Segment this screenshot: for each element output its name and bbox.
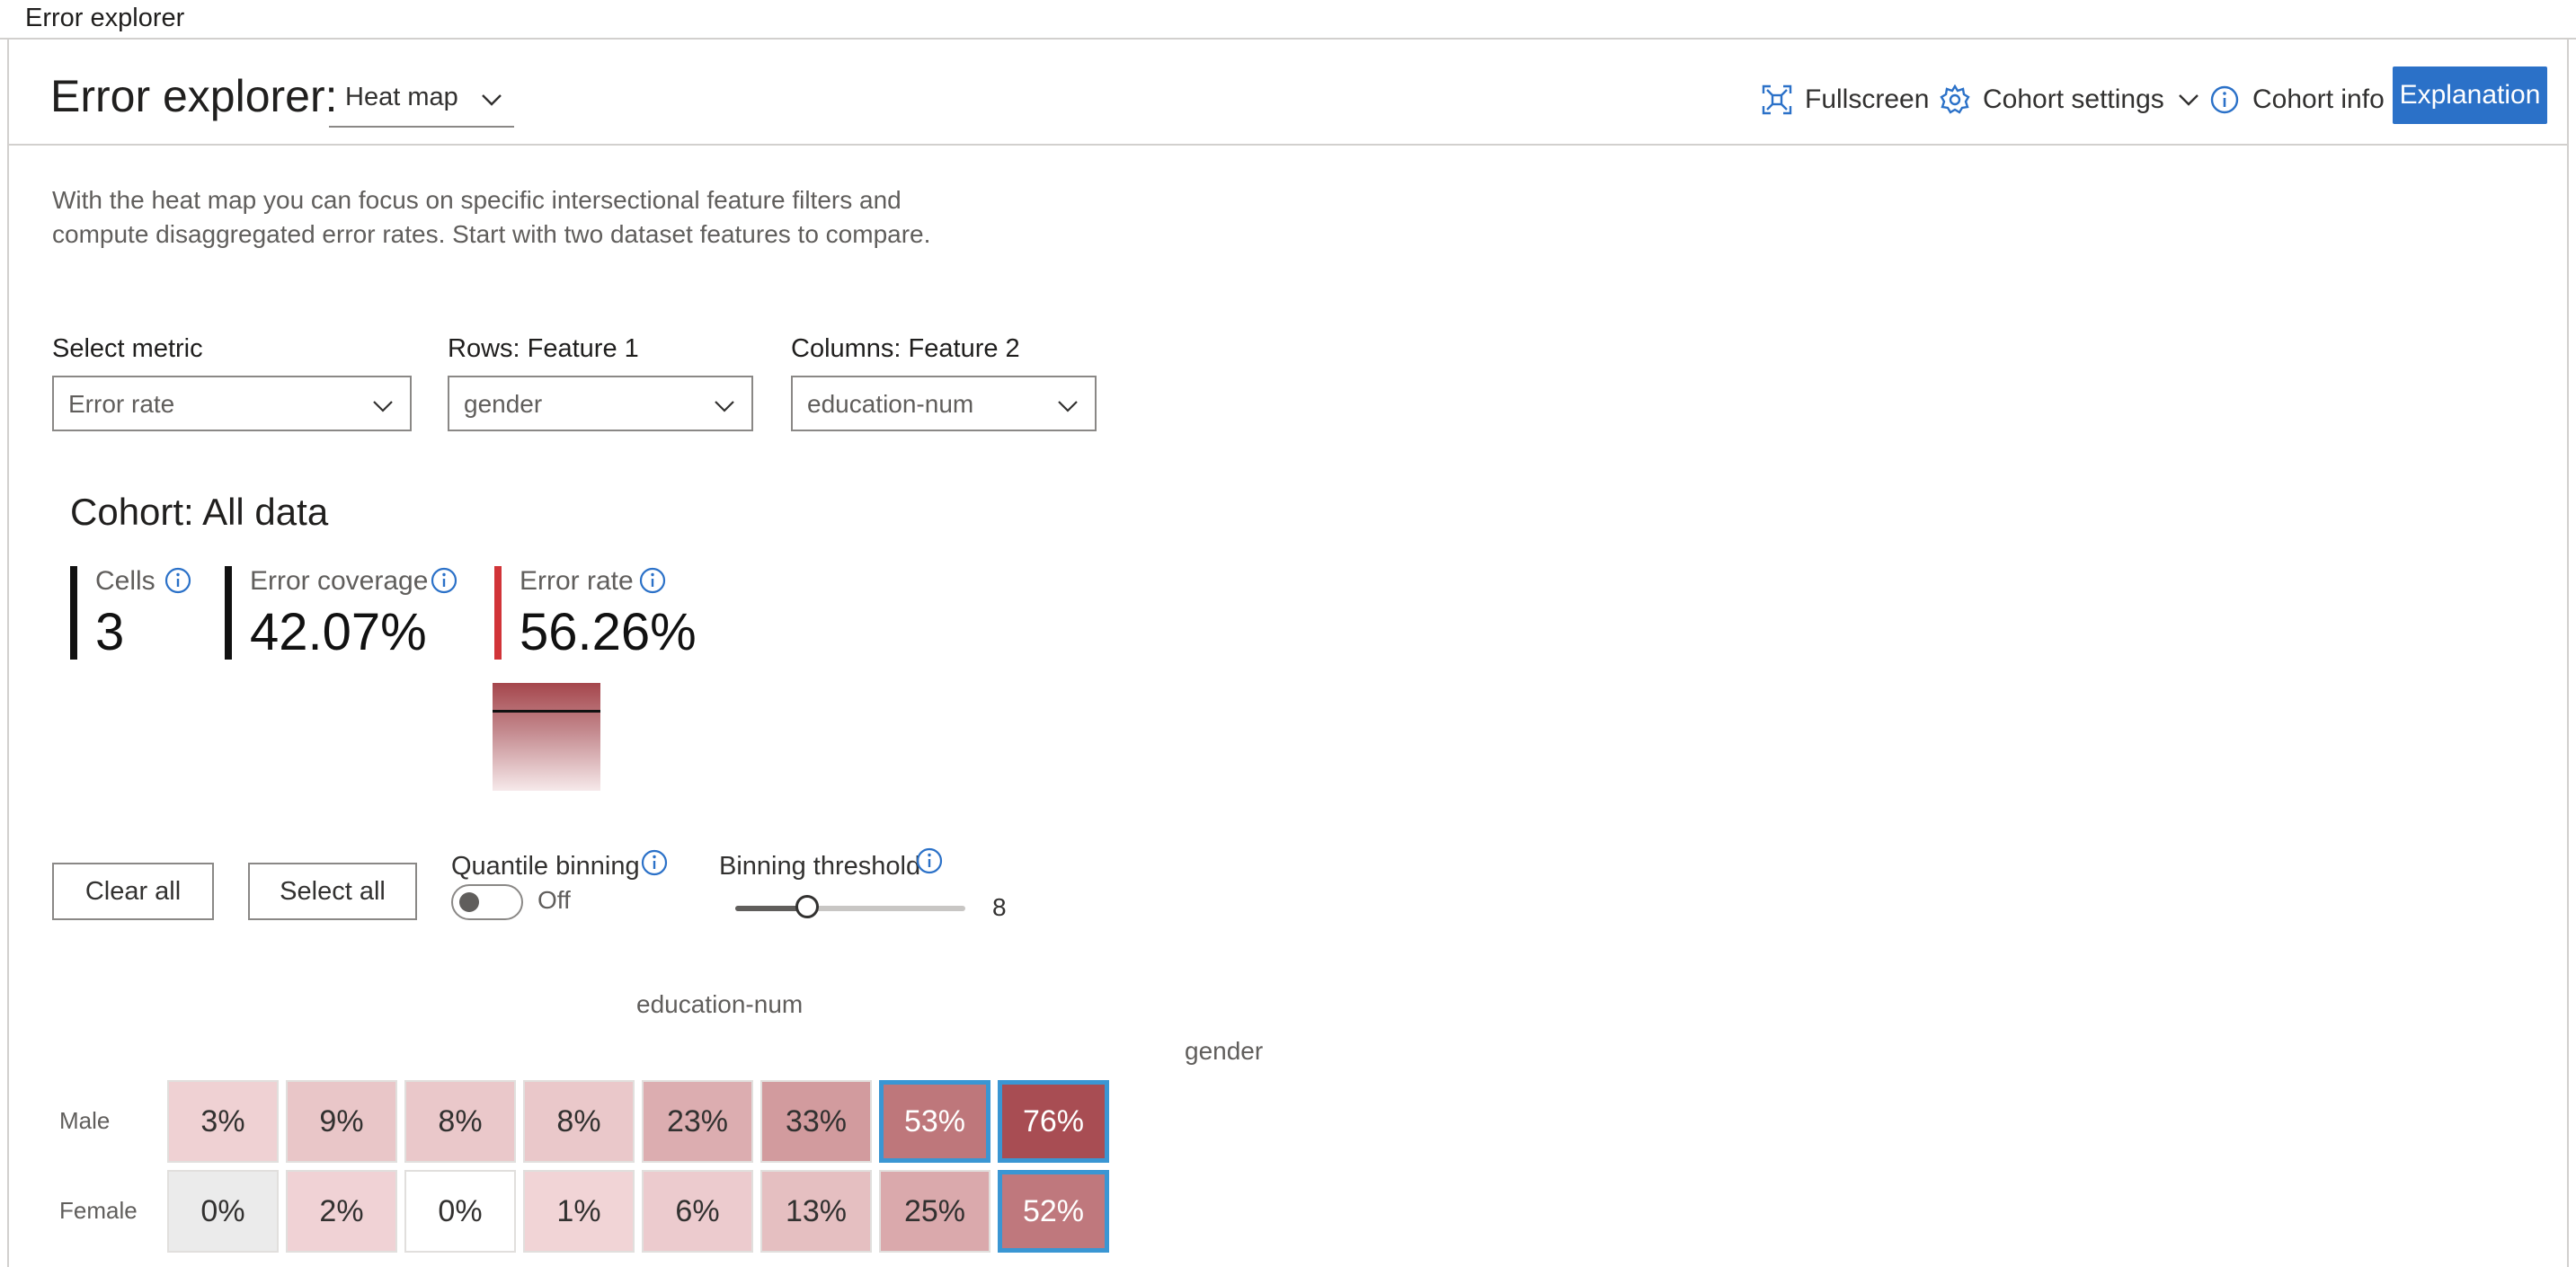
heatmap-cell[interactable]: 25% bbox=[879, 1170, 990, 1253]
toggle-knob bbox=[459, 892, 479, 912]
page-title: Error explorer: bbox=[50, 71, 338, 121]
metric-bar bbox=[494, 566, 502, 660]
heatmap-row-label: Male bbox=[59, 1107, 111, 1134]
heatmap-cell[interactable]: 0% bbox=[404, 1170, 516, 1253]
description-line: compute disaggregated error rates. Start… bbox=[52, 220, 931, 248]
error-rate-value: 56.26% bbox=[520, 603, 697, 661]
error-rate-label: Error rate bbox=[520, 566, 634, 596]
chevron-down-icon bbox=[2178, 94, 2198, 106]
heatmap-cell[interactable]: 2% bbox=[286, 1170, 397, 1253]
metric-dropdown[interactable]: Error rate bbox=[52, 376, 412, 431]
chevron-down-icon bbox=[373, 401, 393, 412]
chevron-down-icon bbox=[482, 94, 502, 106]
rows-feature-dropdown[interactable]: gender bbox=[448, 376, 753, 431]
heatmap-row-label: Female bbox=[59, 1197, 138, 1224]
heatmap-cell[interactable]: 52% bbox=[998, 1170, 1109, 1253]
metric-dropdown-value: Error rate bbox=[68, 390, 175, 418]
info-icon[interactable] bbox=[640, 848, 669, 877]
cohort-settings-button[interactable]: Cohort settings bbox=[1940, 74, 2200, 126]
error-coverage-label: Error coverage bbox=[250, 566, 429, 596]
heatmap-cell[interactable]: 8% bbox=[523, 1080, 635, 1163]
heatmap-cell[interactable]: 76% bbox=[998, 1080, 1109, 1163]
window-title: Error explorer bbox=[25, 4, 185, 32]
chevron-down-icon bbox=[715, 401, 734, 412]
heatmap-row-axis-label: gender bbox=[1185, 1037, 1264, 1065]
cohort-title: Cohort: All data bbox=[70, 491, 329, 533]
metric-bar bbox=[225, 566, 232, 660]
heatmap-cell[interactable]: 3% bbox=[167, 1080, 279, 1163]
gear-icon bbox=[1940, 84, 1970, 114]
fullscreen-button[interactable]: Fullscreen bbox=[1762, 74, 1929, 126]
view-selector-dropdown[interactable]: Heat map bbox=[329, 74, 514, 128]
info-icon[interactable] bbox=[638, 566, 667, 595]
heatmap-cell[interactable]: 13% bbox=[760, 1170, 872, 1253]
cohort-settings-label: Cohort settings bbox=[1983, 84, 2164, 114]
heatmap-cell[interactable]: 9% bbox=[286, 1080, 397, 1163]
rows-feature-label: Rows: Feature 1 bbox=[448, 334, 639, 363]
binning-threshold-label: Binning threshold bbox=[719, 852, 921, 881]
description: With the heat map you can focus on speci… bbox=[52, 183, 951, 252]
cohort-info-label: Cohort info bbox=[2252, 84, 2385, 114]
quantile-binning-label: Quantile binning bbox=[451, 852, 640, 881]
description-line: With the heat map you can focus on speci… bbox=[52, 186, 902, 214]
heatmap-cell[interactable]: 23% bbox=[642, 1080, 753, 1163]
error-rate-metric: Error rate 56.26% bbox=[494, 566, 697, 661]
heatmap-cell[interactable]: 33% bbox=[760, 1080, 872, 1163]
clear-all-button[interactable]: Clear all bbox=[52, 863, 214, 920]
legend-marker-line bbox=[493, 710, 600, 713]
error-coverage-metric: Error coverage 42.07% bbox=[225, 566, 476, 661]
binning-threshold-value: 8 bbox=[992, 893, 1007, 921]
window-title-bar: Error explorer bbox=[0, 0, 2576, 40]
info-icon[interactable] bbox=[915, 846, 944, 875]
heatmap-cell[interactable]: 6% bbox=[642, 1170, 753, 1253]
columns-feature-dropdown[interactable]: education-num bbox=[791, 376, 1097, 431]
select-all-button[interactable]: Select all bbox=[248, 863, 417, 920]
info-icon[interactable] bbox=[164, 566, 192, 595]
cells-value: 3 bbox=[95, 603, 125, 661]
columns-feature-label: Columns: Feature 2 bbox=[791, 334, 1020, 363]
columns-feature-value: education-num bbox=[807, 390, 974, 418]
cells-label: Cells bbox=[95, 566, 155, 596]
header: Error explorer: Heat map Fullscreen Coho… bbox=[9, 40, 2567, 146]
heatmap-cell[interactable]: 0% bbox=[167, 1170, 279, 1253]
info-icon bbox=[2210, 85, 2239, 114]
cells-metric: Cells 3 bbox=[70, 566, 214, 661]
heatmap-cell[interactable]: 8% bbox=[404, 1080, 516, 1163]
cohort-info-button[interactable]: Cohort info bbox=[2209, 74, 2385, 126]
fullscreen-icon bbox=[1762, 84, 1792, 115]
heatmap-cell[interactable]: 1% bbox=[523, 1170, 635, 1253]
quantile-binning-state: Off bbox=[537, 886, 571, 914]
fullscreen-label: Fullscreen bbox=[1805, 84, 1930, 114]
heatmap-column-axis-label: education-num bbox=[636, 990, 804, 1018]
error-explorer-app: Error explorer Error explorer: Heat map … bbox=[0, 0, 2576, 1267]
view-selector-value: Heat map bbox=[345, 83, 458, 111]
info-icon[interactable] bbox=[430, 566, 458, 595]
heatmap-cell[interactable]: 53% bbox=[879, 1080, 990, 1163]
quantile-binning-toggle[interactable] bbox=[451, 884, 523, 920]
error-coverage-value: 42.07% bbox=[250, 603, 427, 661]
binning-threshold-slider-thumb[interactable] bbox=[795, 895, 819, 918]
error-rate-color-legend bbox=[493, 683, 600, 791]
metric-bar bbox=[70, 566, 77, 660]
metric-label: Select metric bbox=[52, 334, 203, 363]
rows-feature-value: gender bbox=[464, 390, 543, 418]
chevron-down-icon bbox=[1058, 401, 1078, 412]
explanation-button[interactable]: Explanation bbox=[2393, 66, 2547, 124]
